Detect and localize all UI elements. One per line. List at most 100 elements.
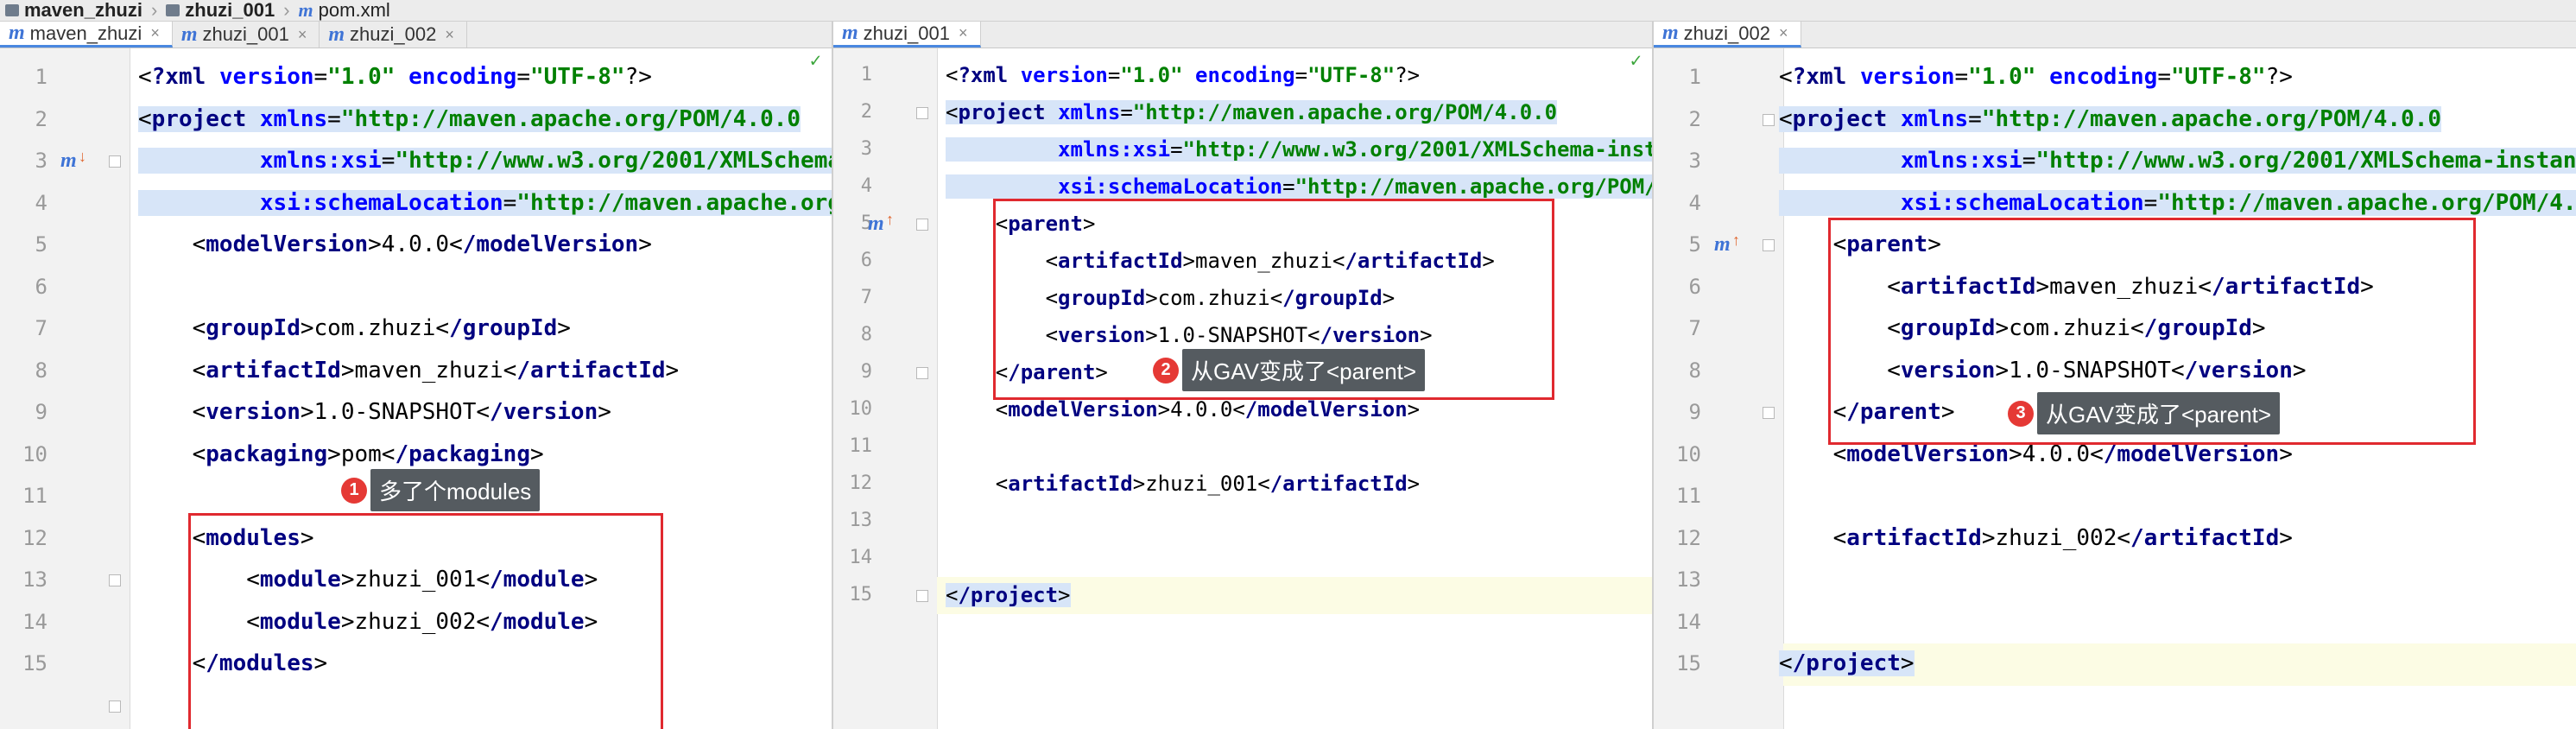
code-editor[interactable]: 1 <?xml version="1.0" encoding="UTF-8"?> 2…: [1654, 48, 2576, 729]
line-number: 1: [1688, 65, 1701, 90]
annotation-callout: 2 从GAV变成了<parent>: [1153, 349, 1426, 391]
tab-bar: m zhuzi_001 ×: [833, 22, 1652, 48]
line-number: 2: [1688, 106, 1701, 131]
code-line[interactable]: xmlns:xsi="http://www.w3.org/2001/XMLSch…: [138, 148, 832, 174]
code-line[interactable]: <project xmlns="http://maven.apache.org/…: [946, 99, 1558, 124]
close-icon[interactable]: ×: [150, 24, 160, 42]
code-line[interactable]: <modelVersion>4.0.0</modelVersion>: [946, 397, 1420, 422]
line-number: 1: [35, 65, 47, 90]
maven-file-icon: m: [842, 22, 858, 44]
close-icon[interactable]: ×: [298, 26, 307, 44]
fold-toggle-icon[interactable]: [109, 700, 121, 713]
code-line[interactable]: <artifactId>maven_zhuzi</artifactId>: [138, 358, 680, 384]
fold-toggle-icon[interactable]: [916, 106, 928, 119]
line-number: 8: [1688, 358, 1701, 383]
tab-maven-zhuzi[interactable]: m maven_zhuzi ×: [0, 22, 173, 48]
code-line[interactable]: xmlns:xsi="http://www.w3.org/2001/XMLSch…: [1779, 148, 2576, 174]
line-number: 6: [35, 274, 47, 299]
fold-toggle-icon[interactable]: [109, 574, 121, 587]
annotation-callout: 1 多了个modules: [341, 469, 541, 511]
line-number: 3: [1688, 149, 1701, 174]
line-number: 14: [22, 609, 47, 634]
code-line[interactable]: </project>: [1779, 650, 1915, 677]
line-number: 12: [849, 472, 873, 494]
fold-toggle-icon[interactable]: [916, 589, 928, 602]
close-icon[interactable]: ×: [1779, 24, 1788, 42]
code-line[interactable]: <modelVersion>4.0.0</modelVersion>: [138, 231, 652, 257]
editor-pane-maven-zhuzi: m maven_zhuzi × m zhuzi_001 × m zhuzi_00…: [0, 22, 833, 729]
line-number: 3: [35, 149, 47, 174]
fold-toggle-icon[interactable]: [1763, 407, 1775, 420]
highlight-box: [188, 512, 663, 729]
line-number: 11: [1676, 484, 1701, 509]
code-line[interactable]: </project>: [946, 582, 1071, 607]
code-line[interactable]: <groupId>com.zhuzi</groupId>: [138, 315, 571, 341]
check-icon: ✓: [809, 50, 821, 72]
code-line[interactable]: xmlns:xsi="http://www.w3.org/2001/XMLSch…: [946, 136, 1652, 162]
chevron-right-icon: ›: [283, 0, 290, 21]
line-number: 13: [849, 509, 873, 531]
code-line[interactable]: <version>1.0-SNAPSHOT</version>: [138, 399, 611, 425]
line-number: 11: [22, 484, 47, 509]
fold-toggle-icon[interactable]: [1763, 113, 1775, 126]
maven-file-icon: m: [1662, 22, 1679, 44]
code-line[interactable]: <artifactId>zhuzi_002</artifactId>: [1779, 525, 2293, 551]
step-number-badge: 1: [341, 477, 367, 504]
line-number: 13: [1676, 567, 1701, 593]
tab-zhuzi-002[interactable]: m zhuzi_002 ×: [320, 22, 467, 48]
line-number: 14: [1676, 609, 1701, 634]
line-number: 8: [860, 323, 872, 345]
line-number: 12: [1676, 525, 1701, 550]
close-icon[interactable]: ×: [445, 26, 454, 44]
tab-bar: m zhuzi_002 ×: [1654, 22, 2576, 48]
code-line[interactable]: <project xmlns="http://maven.apache.org/…: [138, 105, 801, 132]
code-line[interactable]: <modelVersion>4.0.0</modelVersion>: [1779, 441, 2293, 467]
maven-override-icon[interactable]: m ↑: [1714, 231, 1740, 256]
editor-pane-zhuzi-001: m zhuzi_001 × 1 <?xml version="1.0" encod…: [833, 22, 1654, 729]
maven-override-icon[interactable]: m ↓: [60, 148, 86, 172]
annotation-text: 多了个modules: [370, 469, 541, 511]
line-number: 4: [860, 174, 872, 197]
folder-icon: [166, 4, 180, 16]
code-line[interactable]: <artifactId>zhuzi_001</artifactId>: [946, 472, 1420, 496]
maven-file-icon: m: [180, 22, 198, 46]
maven-file-icon: m: [328, 22, 345, 46]
line-number: 1: [860, 63, 872, 86]
line-number: 3: [860, 137, 872, 160]
tab-zhuzi-001[interactable]: m zhuzi_001 ×: [833, 22, 981, 48]
tab-zhuzi-002[interactable]: m zhuzi_002 ×: [1654, 22, 1801, 48]
breadcrumb-item-module[interactable]: zhuzi_001: [161, 0, 280, 22]
breadcrumb-item-file[interactable]: m pom.xml: [294, 0, 396, 22]
line-number: 2: [35, 106, 47, 131]
line-number: 9: [860, 360, 872, 383]
fold-toggle-icon[interactable]: [109, 155, 121, 168]
fold-toggle-icon[interactable]: [916, 366, 928, 379]
maven-override-icon[interactable]: m ↑: [868, 211, 894, 235]
annotation-callout: 3 从GAV变成了<parent>: [2008, 392, 2281, 434]
code-editor[interactable]: 1 <?xml version="1.0" encoding="UTF-8"?> 2…: [0, 48, 832, 729]
code-line[interactable]: <?xml version="1.0" encoding="UTF-8"?>: [138, 64, 652, 90]
line-number: 7: [35, 316, 47, 341]
fold-toggle-icon[interactable]: [916, 218, 928, 231]
tab-zhuzi-001[interactable]: m zhuzi_001 ×: [173, 22, 320, 48]
code-line[interactable]: <?xml version="1.0" encoding="UTF-8"?>: [1779, 64, 2293, 90]
code-line[interactable]: <packaging>pom</packaging>: [138, 441, 544, 467]
line-number: 6: [1688, 274, 1701, 299]
code-line[interactable]: xsi:schemaLocation="http://maven.apache.…: [138, 189, 832, 216]
step-number-badge: 2: [1153, 357, 1179, 384]
close-icon[interactable]: ×: [959, 24, 968, 42]
code-line[interactable]: xsi:schemaLocation="http://maven.apache.…: [1779, 189, 2576, 216]
tab-bar: m maven_zhuzi × m zhuzi_001 × m zhuzi_00…: [0, 22, 832, 48]
code-line[interactable]: <?xml version="1.0" encoding="UTF-8"?>: [946, 63, 1420, 87]
breadcrumb-item-project[interactable]: maven_zhuzi: [0, 0, 148, 22]
breadcrumb: maven_zhuzi › zhuzi_001 › m pom.xml: [0, 0, 2576, 22]
code-line[interactable]: xsi:schemaLocation="http://maven.apache.…: [946, 174, 1652, 199]
line-number: 12: [22, 525, 47, 550]
code-line[interactable]: <project xmlns="http://maven.apache.org/…: [1779, 105, 2442, 132]
line-number: 15: [849, 583, 873, 605]
line-number: 10: [1676, 441, 1701, 466]
code-editor[interactable]: 1 <?xml version="1.0" encoding="UTF-8"?> 2…: [833, 48, 1652, 729]
check-icon: ✓: [1630, 50, 1642, 72]
fold-toggle-icon[interactable]: [1763, 239, 1775, 252]
line-number: 14: [849, 546, 873, 568]
